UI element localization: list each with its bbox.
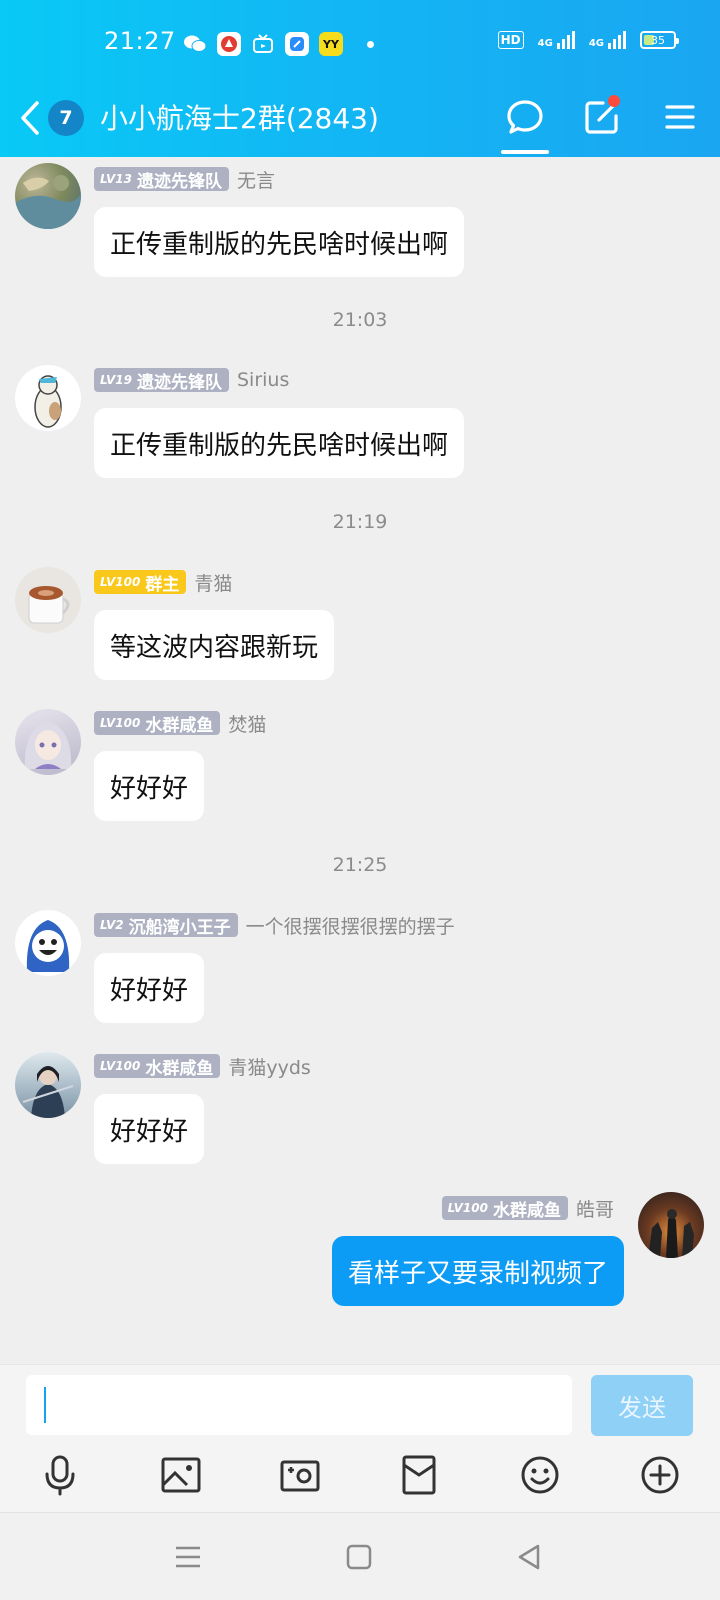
text-cursor [44, 1387, 46, 1423]
sender-nickname[interactable]: 一个很摆很摆很摆的摆子 [246, 912, 455, 939]
level-badge: LV19 遗迹先锋队 [94, 368, 229, 393]
sender-nickname[interactable]: 无言 [237, 166, 275, 193]
menu-lines-icon [176, 1546, 200, 1568]
sender-meta: LV100 水群咸鱼 青猫yyds [94, 1053, 311, 1080]
level-badge: LV100 水群咸鱼 [441, 1196, 568, 1221]
message-bubble[interactable]: 正传重制版的先民啥时候出啊 [94, 207, 465, 277]
home-button[interactable] [339, 1537, 379, 1577]
landscape-avatar-image [15, 175, 81, 229]
battery-icon: 35 [640, 31, 679, 49]
image-icon [161, 1457, 201, 1493]
battery-level: 35 [651, 33, 665, 47]
message-list[interactable]: LV13 遗迹先锋队 无言 正传重制版的先民啥时候出啊 21:03 LV19 遗迹先… [0, 157, 720, 1364]
message-bubble[interactable]: 好好好 [94, 751, 205, 821]
sender-meta: LV100 水群咸鱼 焚猫 [94, 710, 266, 737]
tv-app-icon [251, 32, 275, 56]
status-app-icons: YY [183, 32, 374, 56]
level-badge: LV100 水群咸鱼 [94, 1054, 221, 1079]
sender-meta: LV100 群主 青猫 [94, 569, 232, 596]
soldiers-avatar-image [648, 1209, 694, 1258]
my-avatar[interactable] [638, 1192, 704, 1258]
bank-app-icon [217, 32, 241, 56]
sender-meta: LV2 沉船湾小王子 一个很摆很摆很摆的摆子 [94, 912, 455, 939]
anime-girl-avatar-image [24, 721, 72, 769]
wechat-icon [183, 32, 207, 56]
signal-icon: 4G [538, 31, 575, 49]
title-bar: 7 小小航海士2群(2843) [0, 90, 720, 157]
sender-meta: LV19 遗迹先锋队 Sirius [94, 368, 289, 393]
message-bubble[interactable]: 正传重制版的先民啥时候出啊 [94, 408, 465, 478]
system-navigation-bar [0, 1512, 720, 1600]
sender-meta: LV13 遗迹先锋队 无言 [94, 166, 275, 193]
my-message-bubble[interactable]: 看样子又要录制视频了 [331, 1236, 624, 1306]
browser-app-icon [285, 32, 309, 56]
new-dot [608, 95, 620, 107]
input-bar: 发送 [0, 1364, 720, 1512]
chat-header: 21:27 YY HD 4G 4G 35 7 小小航海士2群(2843) [0, 0, 720, 157]
square-icon [346, 1544, 372, 1570]
menu-button[interactable] [656, 93, 704, 141]
avatar[interactable] [15, 910, 81, 976]
camera-icon [280, 1460, 320, 1492]
hd-voice-badge: HD [497, 31, 524, 49]
timestamp: 21:25 [332, 854, 388, 876]
red-packet-button[interactable] [395, 1451, 443, 1499]
status-time: 21:27 [104, 27, 176, 55]
triangle-back-icon [518, 1544, 540, 1570]
level-badge: LV2 沉船湾小王子 [94, 913, 238, 938]
message-input[interactable] [26, 1375, 572, 1435]
active-tab-indicator [501, 150, 549, 154]
timestamp: 21:19 [332, 511, 388, 533]
coffee-cup-avatar-image [28, 586, 70, 624]
recents-button[interactable] [168, 1537, 208, 1577]
status-bar: 21:27 YY HD 4G 4G 35 [0, 0, 720, 90]
message-bubble[interactable]: 好好好 [94, 953, 205, 1023]
chat-tab-button[interactable] [501, 93, 549, 141]
voice-button[interactable] [36, 1451, 84, 1499]
unread-count-badge: 7 [48, 100, 84, 136]
chat-bubble-icon [507, 100, 543, 134]
notification-dot [367, 40, 374, 48]
emoji-icon [521, 1456, 559, 1494]
avatar[interactable] [15, 1052, 81, 1118]
message-bubble[interactable]: 好好好 [94, 1094, 205, 1164]
system-back-button[interactable] [509, 1537, 549, 1577]
level-badge: LV100 水群咸鱼 [94, 711, 221, 736]
sender-nickname[interactable]: 青猫yyds [228, 1053, 310, 1080]
red-packet-icon [402, 1455, 436, 1495]
more-button[interactable] [636, 1451, 684, 1499]
sender-meta: LV100 水群咸鱼 皓哥 [441, 1195, 614, 1222]
avatar[interactable] [15, 163, 81, 229]
cartoon-cat-avatar-image [34, 375, 62, 428]
sender-nickname[interactable]: 青猫 [194, 569, 232, 596]
swordsman-avatar-image [22, 1066, 74, 1118]
owner-badge: LV100 群主 [94, 570, 187, 595]
image-button[interactable] [157, 1451, 205, 1499]
avatar[interactable] [15, 709, 81, 775]
emoji-button[interactable] [516, 1451, 564, 1499]
back-button[interactable]: 7 [20, 98, 92, 138]
sender-nickname[interactable]: 焚猫 [228, 710, 266, 737]
group-title[interactable]: 小小航海士2群(2843) [100, 97, 379, 137]
level-badge: LV13 遗迹先锋队 [94, 167, 229, 192]
toolbar [0, 1451, 720, 1503]
message-bubble[interactable]: 等这波内容跟新玩 [94, 610, 335, 680]
avatar[interactable] [15, 365, 81, 431]
timestamp: 21:03 [332, 309, 388, 331]
microphone-icon [45, 1455, 75, 1496]
sender-nickname[interactable]: Sirius [237, 369, 289, 391]
plus-circle-icon [641, 1456, 679, 1494]
yy-app-icon: YY [319, 32, 343, 56]
camera-button[interactable] [276, 1451, 324, 1499]
avatar[interactable] [15, 567, 81, 633]
hamburger-menu-icon [665, 105, 695, 129]
status-indicators: HD 4G 4G 35 [497, 31, 679, 49]
send-button[interactable]: 发送 [591, 1375, 693, 1436]
jack-frost-avatar-image [26, 920, 70, 972]
signal-icon-2: 4G [589, 31, 626, 49]
chevron-left-icon [21, 101, 39, 135]
sender-nickname[interactable]: 皓哥 [576, 1195, 614, 1222]
edit-button[interactable] [578, 93, 626, 141]
